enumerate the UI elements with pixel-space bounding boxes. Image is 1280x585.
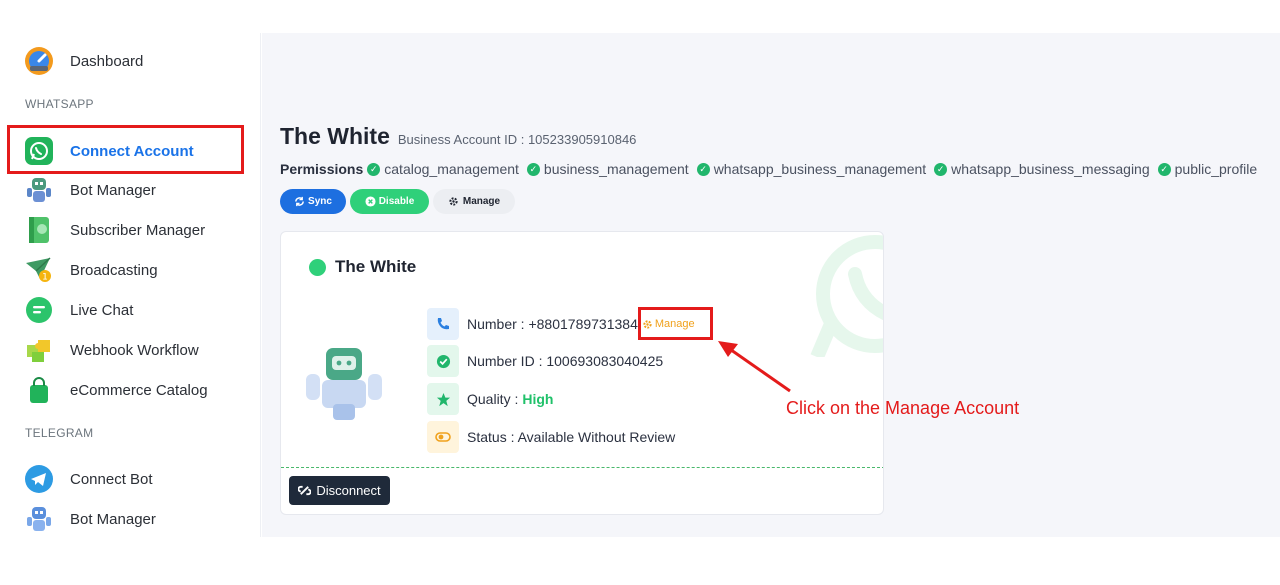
sidebar-item-live-chat[interactable]: Live Chat bbox=[24, 295, 133, 325]
sidebar-item-label: Bot Manager bbox=[70, 181, 156, 199]
check-circle-icon bbox=[427, 345, 459, 377]
quality-row: Quality : High bbox=[427, 383, 553, 415]
sidebar-item-label: Subscriber Manager bbox=[70, 221, 206, 239]
account-name: The White bbox=[280, 123, 390, 149]
sidebar-item-label: Bot Manager bbox=[70, 510, 156, 528]
status-row: Status : Available Without Review bbox=[427, 421, 675, 453]
puzzle-icon bbox=[24, 335, 54, 365]
account-actions: Sync Disable Manage bbox=[280, 189, 519, 214]
subscriber-book-icon bbox=[24, 215, 54, 245]
section-label-telegram: TELEGRAM bbox=[25, 426, 94, 440]
sidebar-item-ecommerce-catalog[interactable]: eCommerce Catalog bbox=[24, 375, 208, 405]
robot-icon bbox=[24, 175, 54, 205]
status-dot bbox=[309, 258, 326, 276]
sync-icon bbox=[295, 196, 304, 207]
check-circle-icon: ✓ bbox=[1157, 162, 1171, 176]
permission-item: ✓ public_profile bbox=[1157, 161, 1257, 177]
card-divider bbox=[281, 467, 883, 468]
check-circle-icon: ✓ bbox=[696, 162, 710, 176]
telegram-icon bbox=[24, 464, 54, 494]
whatsapp-watermark-icon bbox=[810, 235, 883, 357]
permission-item: ✓ whatsapp_business_messaging bbox=[934, 161, 1150, 177]
permission-item: ✓ whatsapp_business_management bbox=[696, 161, 926, 177]
sidebar-item-dashboard[interactable]: Dashboard bbox=[24, 46, 143, 76]
check-circle-icon: ✓ bbox=[526, 162, 540, 176]
unlink-icon bbox=[298, 485, 312, 496]
toggle-icon bbox=[427, 421, 459, 453]
number-id: Number ID : 100693083040425 bbox=[467, 353, 664, 369]
star-icon bbox=[427, 383, 459, 415]
gear-icon bbox=[449, 197, 458, 206]
broadcast-plane-icon: 1 bbox=[24, 255, 54, 285]
account-header: The White Business Account ID : 10523390… bbox=[280, 123, 636, 150]
sidebar-item-label: Dashboard bbox=[70, 52, 144, 70]
business-account-id: Business Account ID : 105233905910846 bbox=[397, 132, 637, 147]
sidebar-item-bot-manager[interactable]: Bot Manager bbox=[24, 175, 156, 205]
robot-illustration-icon bbox=[306, 348, 382, 420]
phone-number: Number : +8801789731384 bbox=[467, 316, 638, 332]
phone-icon bbox=[427, 308, 459, 340]
shopping-bag-icon bbox=[24, 375, 54, 405]
sidebar-item-label: Live Chat bbox=[70, 301, 134, 319]
robot-icon bbox=[24, 504, 54, 534]
sync-button[interactable]: Sync bbox=[280, 189, 346, 214]
svg-text:1: 1 bbox=[42, 273, 48, 283]
disconnect-button[interactable]: Disconnect bbox=[289, 476, 390, 505]
annotation-arrow-icon bbox=[718, 341, 791, 393]
permission-item: ✓ catalog_management bbox=[367, 161, 519, 177]
manage-button[interactable]: Manage bbox=[433, 189, 515, 214]
permissions-row: Permissions ✓ catalog_management ✓ busines… bbox=[280, 161, 1265, 177]
quality-value: High bbox=[522, 391, 554, 407]
times-circle-icon bbox=[365, 196, 376, 207]
status-text: Status : Available Without Review bbox=[467, 429, 676, 445]
sidebar-item-webhook-workflow[interactable]: Webhook Workflow bbox=[24, 335, 199, 365]
check-circle-icon: ✓ bbox=[934, 162, 948, 176]
section-label-whatsapp: WHATSAPP bbox=[25, 97, 94, 111]
sidebar-item-label: eCommerce Catalog bbox=[70, 381, 208, 399]
sidebar-item-broadcasting[interactable]: 1 Broadcasting bbox=[24, 255, 158, 285]
check-circle-icon: ✓ bbox=[367, 162, 381, 176]
annotation-text: Click on the Manage Account bbox=[786, 398, 1020, 418]
dashboard-gauge-icon bbox=[24, 46, 54, 76]
sidebar-item-label: Broadcasting bbox=[70, 261, 158, 279]
sidebar-item-label: Webhook Workflow bbox=[70, 341, 199, 359]
number-id-row: Number ID : 100693083040425 bbox=[427, 345, 663, 377]
quality-label: Quality : bbox=[467, 391, 519, 407]
card-title: The White bbox=[309, 257, 416, 277]
permissions-label: Permissions bbox=[280, 161, 364, 177]
highlight-connect-account bbox=[7, 125, 244, 174]
permission-item: ✓ business_management bbox=[526, 161, 689, 177]
sidebar-item-subscriber-manager[interactable]: Subscriber Manager bbox=[24, 215, 205, 245]
chat-bubble-icon bbox=[24, 295, 54, 325]
sidebar-item-label: Connect Bot bbox=[70, 470, 153, 488]
sidebar-item-connect-bot[interactable]: Connect Bot bbox=[24, 464, 153, 494]
sidebar-item-telegram-bot-manager[interactable]: Bot Manager bbox=[24, 504, 156, 534]
disable-button[interactable]: Disable bbox=[350, 189, 429, 214]
